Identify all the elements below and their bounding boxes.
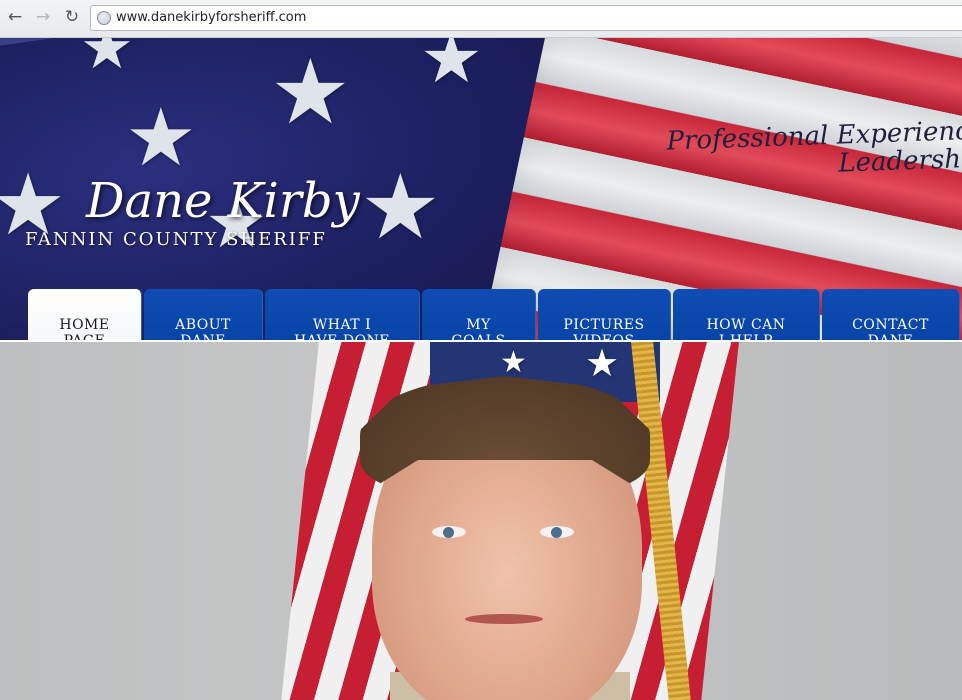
- portrait-eye: [432, 526, 466, 538]
- site-subtitle: Fannin County Sheriff: [25, 229, 327, 250]
- reload-icon[interactable]: ↻: [61, 6, 83, 28]
- tab-contact-dane[interactable]: Contact Dane: [822, 289, 960, 340]
- back-arrow-icon[interactable]: ←: [4, 6, 26, 28]
- tab-what-i-have-done[interactable]: What I Have Done: [265, 289, 420, 340]
- star-icon: ★: [420, 38, 483, 99]
- tab-home-page[interactable]: Home Page: [28, 289, 142, 340]
- portrait-mouth: [465, 614, 543, 624]
- forward-arrow-icon[interactable]: →: [32, 6, 54, 28]
- tab-pictures-videos[interactable]: Pictures Videos: [538, 289, 671, 340]
- site-title: Dane Kirby: [86, 173, 360, 229]
- hero-photo: ★ ★: [0, 340, 962, 700]
- star-icon: ★: [585, 341, 620, 385]
- globe-icon: [97, 11, 111, 25]
- url-text[interactable]: www.danekirbyforsheriff.com: [116, 10, 306, 25]
- star-icon: ★: [80, 38, 134, 83]
- tagline: Professional Experience Leadership: [666, 115, 962, 179]
- star-icon: ★: [360, 155, 441, 260]
- tab-my-goals[interactable]: My Goals: [422, 289, 536, 340]
- portrait-eye: [540, 526, 574, 538]
- header-banner: ★ ★ ★ ★ ★ ★ ★ Dane Kirby Fannin County S…: [0, 38, 962, 340]
- tab-how-can-i-help[interactable]: How Can I Help: [673, 289, 820, 340]
- star-icon: ★: [125, 91, 197, 184]
- tab-about-dane[interactable]: About Dane: [144, 289, 263, 340]
- main-nav: Home Page About Dane What I Have Done My…: [0, 289, 962, 340]
- star-icon: ★: [500, 345, 527, 380]
- browser-toolbar: ← → ↻ www.danekirbyforsheriff.com: [0, 0, 962, 38]
- address-bar[interactable]: www.danekirbyforsheriff.com: [90, 5, 962, 31]
- star-icon: ★: [270, 40, 351, 145]
